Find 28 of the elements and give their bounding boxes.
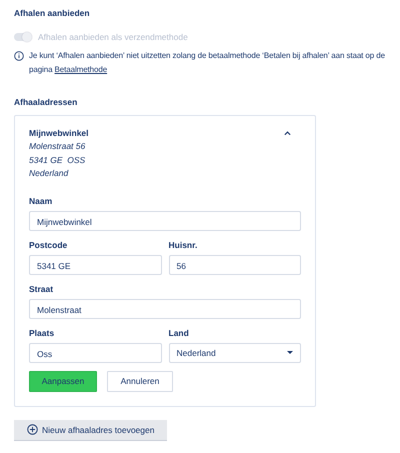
field-label: Plaats — [29, 326, 56, 338]
section-title: Afhaaladressen — [14, 96, 78, 109]
address-line: 5341 GE OSS — [29, 154, 86, 166]
input-field[interactable]: 5341 GE — [29, 254, 162, 274]
input-field[interactable]: Oss — [29, 342, 162, 362]
add-address-button[interactable]: Nieuw afhaaladres toevoegen — [14, 420, 168, 440]
field-label: Postcode — [29, 238, 68, 250]
chevron-up-icon[interactable] — [284, 130, 291, 136]
add-icon — [27, 424, 38, 435]
input-field[interactable]: Molenstraat — [29, 298, 301, 318]
address-name: Mijnwebwinkel — [29, 128, 89, 138]
field-label: Land — [168, 326, 190, 338]
dropdown-caret-icon — [287, 351, 293, 354]
field-label: Huisnr. — [168, 238, 198, 250]
info-icon — [14, 51, 24, 61]
input-field[interactable]: 56 — [168, 254, 301, 274]
select-field[interactable]: Nederland — [168, 342, 301, 362]
address-line: Molenstraat 56 — [29, 140, 86, 153]
cancel-button[interactable]: Annuleren — [107, 370, 173, 392]
input-field[interactable]: Mijnwebwinkel — [29, 210, 301, 230]
save-button[interactable]: Aanpassen — [29, 370, 97, 392]
field-label: Straat — [29, 282, 54, 294]
field-label: Naam — [29, 194, 54, 206]
address-line: Nederland — [29, 167, 70, 180]
link[interactable]: Betaalmethode — [54, 65, 108, 74]
toggle-label: Afhalen aanbieden als verzendmethode — [38, 32, 188, 42]
section-title: Afhalen aanbieden — [14, 7, 91, 20]
info-text: Je kunt ‘Afhalen aanbieden’ niet uitzetten zolang de betaalmethode ‘Betalen bij afhalen’ aan staat op de pagina Betaalmethode — [29, 50, 386, 76]
